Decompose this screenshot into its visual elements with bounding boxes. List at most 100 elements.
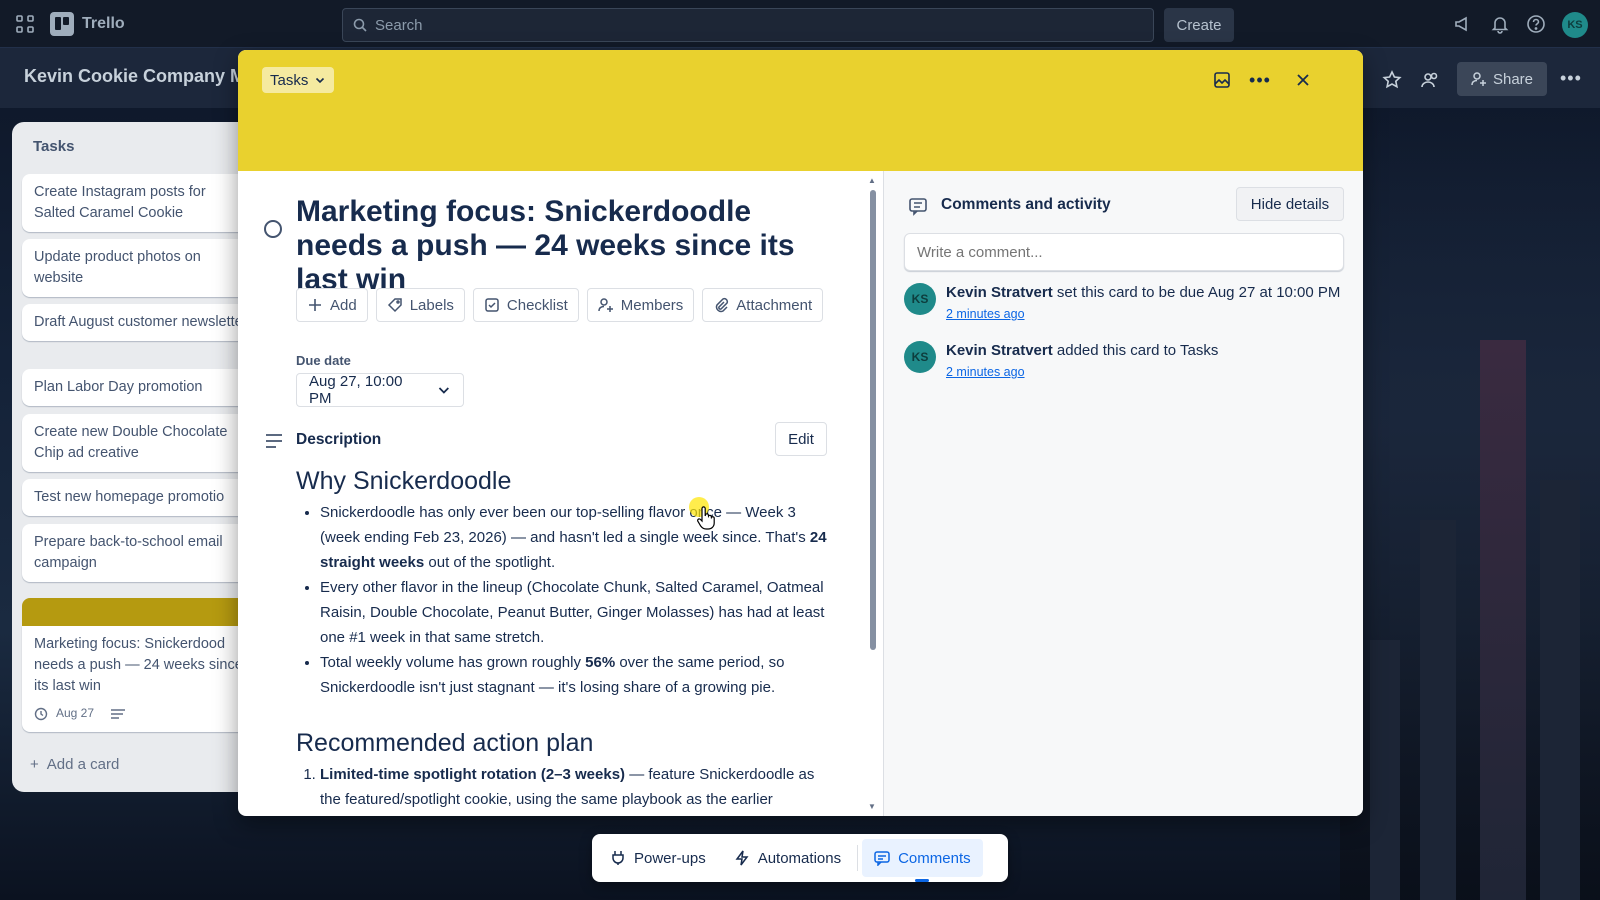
- card-detail-modal: Tasks ••• Marketing focus: Snickerdoodle…: [238, 50, 1363, 816]
- card-title: Marketing focus: Snickerdood needs a pus…: [34, 636, 243, 694]
- scroll-down-arrow[interactable]: ▼: [868, 802, 876, 811]
- clock-icon: [34, 707, 48, 720]
- board-title[interactable]: Kevin Cookie Company Ma: [24, 66, 255, 87]
- members-button[interactable]: Members: [586, 288, 695, 322]
- comments-label: Comments: [898, 849, 971, 867]
- chevron-down-icon: [439, 387, 450, 394]
- list-card[interactable]: Update product photos on website: [22, 239, 252, 297]
- search-bar[interactable]: Search: [342, 8, 1154, 42]
- chevron-down-icon: [316, 77, 325, 84]
- card-detail-title[interactable]: Marketing focus: Snickerdoodle needs a p…: [296, 195, 836, 297]
- description-icon: [111, 708, 126, 719]
- add-person-icon: [598, 298, 613, 312]
- due-date-button[interactable]: Aug 27, 10:00 PM: [296, 373, 464, 407]
- list-card-active[interactable]: Marketing focus: Snickerdood needs a pus…: [22, 626, 252, 732]
- activity-text: Kevin Stratvert set this card to be due …: [946, 283, 1340, 324]
- background-building: [1370, 640, 1400, 900]
- board-members-icon[interactable]: [1420, 70, 1440, 90]
- attachment-button[interactable]: Attachment: [702, 288, 824, 322]
- add-person-icon: [1471, 72, 1486, 86]
- complete-checkbox[interactable]: [264, 220, 282, 238]
- scrollbar-thumb[interactable]: [870, 190, 876, 650]
- add-label: Add: [330, 296, 357, 314]
- star-icon[interactable]: [1382, 70, 1402, 90]
- user-avatar[interactable]: KS: [1562, 12, 1588, 38]
- description-content[interactable]: Why Snickerdoodle Snickerdoodle has only…: [296, 466, 831, 812]
- background-building: [1480, 340, 1526, 900]
- automations-button[interactable]: Automations: [722, 839, 853, 877]
- due-date-label: Due date: [296, 353, 351, 368]
- description-heading: Why Snickerdoodle: [296, 467, 512, 495]
- activity-item: KS Kevin Stratvert added this card to Ta…: [904, 341, 1344, 382]
- list-selector[interactable]: Tasks: [262, 67, 335, 93]
- cover-image-icon[interactable]: [1210, 68, 1234, 92]
- list-card[interactable]: Create new Double Chocolate Chip ad crea…: [22, 414, 252, 472]
- card-title: Draft August customer newsletter: [34, 314, 248, 330]
- card-title: Test new homepage promotio: [34, 489, 225, 505]
- add-button[interactable]: Add: [296, 288, 368, 322]
- comment-icon: [874, 851, 890, 866]
- close-icon[interactable]: [1291, 68, 1315, 92]
- more-options-icon[interactable]: •••: [1248, 68, 1272, 92]
- megaphone-icon[interactable]: [1453, 14, 1473, 34]
- attachment-label: Attachment: [736, 296, 813, 314]
- bullet-item: Snickerdoodle has only ever been our top…: [320, 500, 831, 575]
- activity-title: Comments and activity: [941, 196, 1111, 213]
- plug-icon: [612, 851, 624, 865]
- help-icon[interactable]: [1526, 14, 1546, 34]
- labels-label: Labels: [409, 296, 454, 314]
- powerups-label: Power-ups: [634, 849, 706, 867]
- create-button[interactable]: Create: [1164, 8, 1234, 42]
- hand-cursor-icon: [697, 506, 715, 530]
- card-title: Update product photos on website: [34, 249, 201, 286]
- description-label: Description: [296, 431, 382, 448]
- comments-button[interactable]: Comments: [862, 839, 983, 882]
- share-button[interactable]: Share: [1457, 62, 1547, 96]
- list-card[interactable]: Create Instagram posts for Salted Carame…: [22, 174, 252, 232]
- add-card-label: Add a card: [46, 756, 120, 773]
- list-card[interactable]: Plan Labor Day promotion: [22, 369, 252, 406]
- due-date-value: Aug 27, 10:00 PM: [309, 373, 403, 407]
- lightning-icon: [735, 850, 749, 866]
- bullet-item: Total weekly volume has grown roughly 56…: [320, 650, 831, 700]
- labels-button[interactable]: Labels: [375, 288, 465, 322]
- edit-description-button[interactable]: Edit: [775, 422, 827, 456]
- plus-icon: [309, 299, 321, 311]
- avatar[interactable]: KS: [904, 341, 936, 373]
- card-title: Create new Double Chocolate Chip ad crea…: [34, 424, 228, 461]
- scroll-up-arrow[interactable]: ▲: [868, 176, 876, 185]
- list-card[interactable]: Draft August customer newsletter: [22, 304, 252, 341]
- activity-text: Kevin Stratvert added this card to Tasks…: [946, 341, 1218, 382]
- checklist-button[interactable]: Checklist: [472, 288, 579, 322]
- search-icon: [353, 18, 367, 32]
- powerups-button[interactable]: Power-ups: [598, 839, 718, 877]
- members-label: Members: [620, 296, 684, 314]
- bullet-item: Every other flavor in the lineup (Chocol…: [320, 575, 831, 650]
- app-switcher-icon[interactable]: [16, 15, 34, 33]
- background-building: [1420, 520, 1456, 900]
- avatar[interactable]: KS: [904, 283, 936, 315]
- list-card[interactable]: Prepare back-to-school email campaign: [22, 524, 252, 582]
- hide-details-button[interactable]: Hide details: [1236, 187, 1344, 221]
- trello-logo[interactable]: Trello: [50, 12, 125, 36]
- board-more-icon[interactable]: •••: [1560, 68, 1582, 89]
- activity-timestamp[interactable]: 2 minutes ago: [946, 362, 1218, 382]
- card-title: Prepare back-to-school email campaign: [34, 534, 223, 571]
- card-cover-banner: [238, 50, 1363, 171]
- bell-icon[interactable]: [1490, 14, 1510, 34]
- add-card-button[interactable]: + Add a card: [30, 756, 119, 773]
- description-bullets: Snickerdoodle has only ever been our top…: [296, 500, 831, 700]
- paperclip-icon: [716, 297, 729, 313]
- list-selector-label: Tasks: [270, 71, 309, 89]
- bottom-dock: Power-ups Automations Comments: [592, 834, 1008, 882]
- list-title: Tasks: [33, 138, 75, 155]
- list-card[interactable]: Test new homepage promotio: [22, 479, 252, 516]
- card-title: Plan Labor Day promotion: [34, 379, 203, 395]
- card-meta: Aug 27: [34, 703, 250, 724]
- checklist-icon: [485, 298, 499, 312]
- card-due: Aug 27: [56, 706, 95, 720]
- comment-input[interactable]: [904, 233, 1344, 271]
- activity-pane: Comments and activity Hide details KS Ke…: [884, 171, 1363, 816]
- card-actions: Add Labels Checklist Members Attachment: [296, 288, 824, 322]
- activity-timestamp[interactable]: 2 minutes ago: [946, 304, 1340, 324]
